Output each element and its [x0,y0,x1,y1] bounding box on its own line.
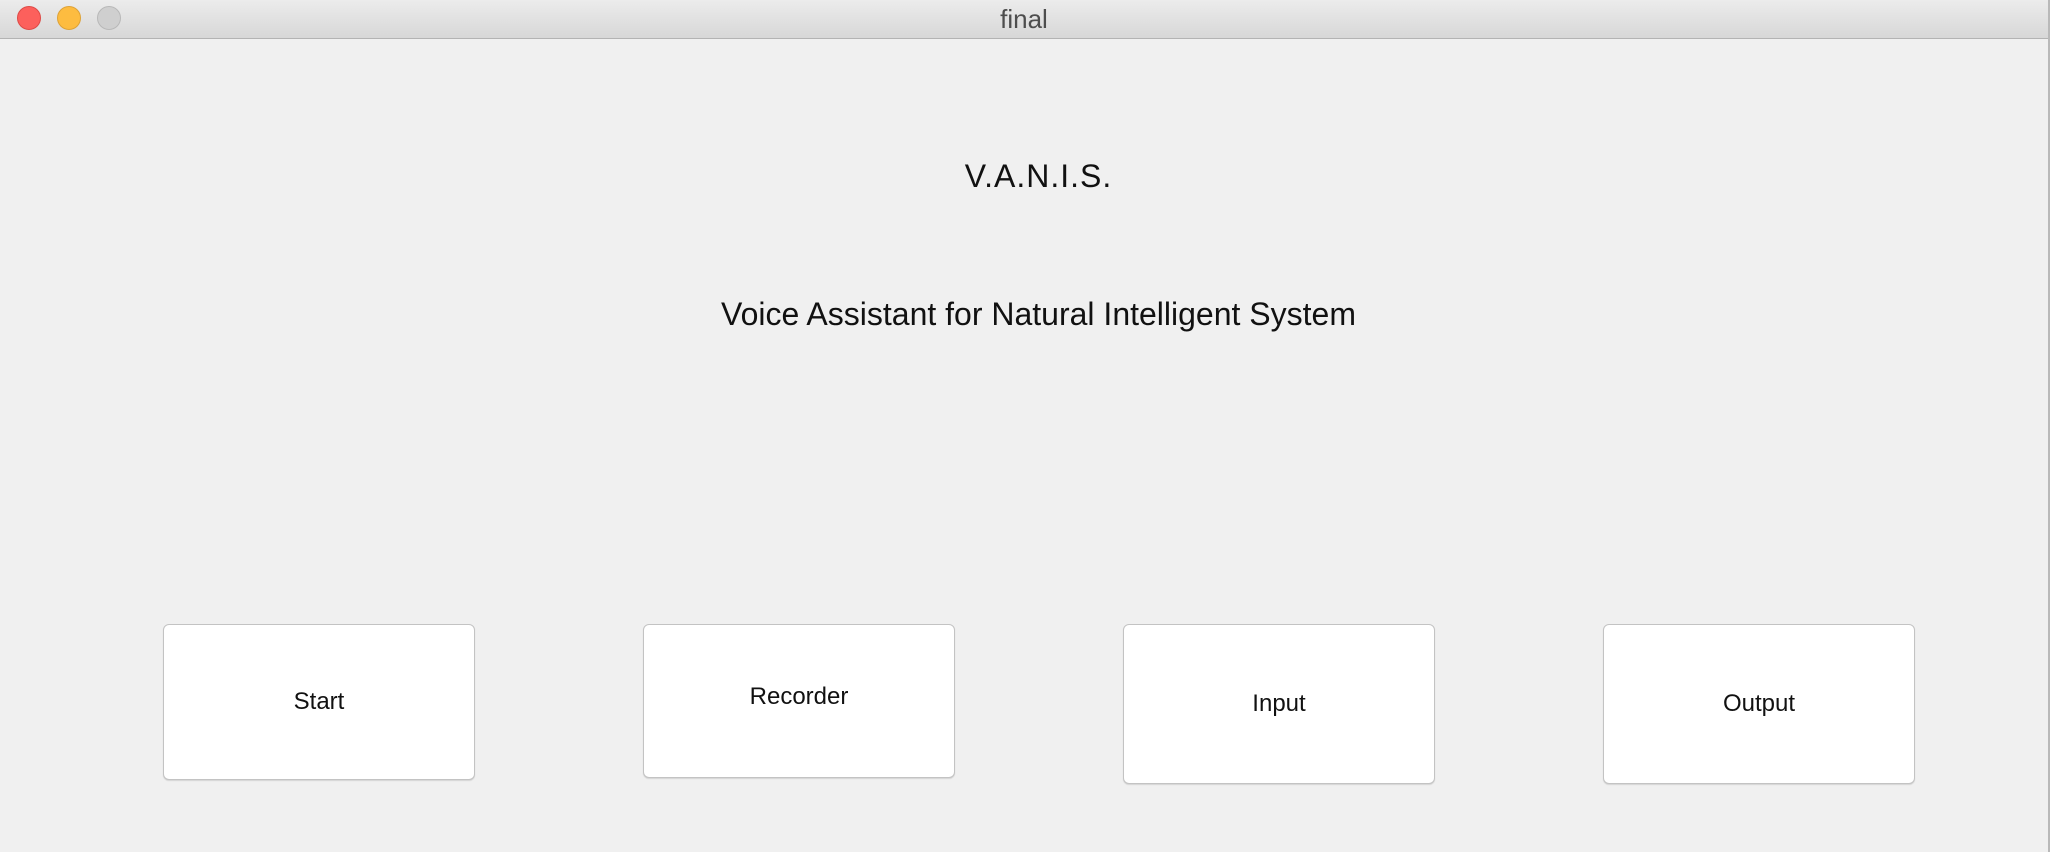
input-button[interactable]: Input [1123,624,1435,784]
input-button-label: Input [1252,690,1306,717]
window-title: final [1000,4,1048,34]
app-full-name-label: Voice Assistant for Natural Intelligent … [721,296,1356,332]
output-button[interactable]: Output [1603,624,1915,784]
output-button-label: Output [1722,690,1796,717]
app-window: final V.A.N.I.S. Voice Assistant for Nat… [0,0,2050,852]
title-bar[interactable]: final [0,0,2048,39]
recorder-button-label: Recorder [749,683,849,710]
start-button-label: Start [293,688,345,715]
app-acronym-label: V.A.N.I.S. [964,158,1113,194]
start-button[interactable]: Start [163,624,475,780]
recorder-button[interactable]: Recorder [643,624,955,778]
